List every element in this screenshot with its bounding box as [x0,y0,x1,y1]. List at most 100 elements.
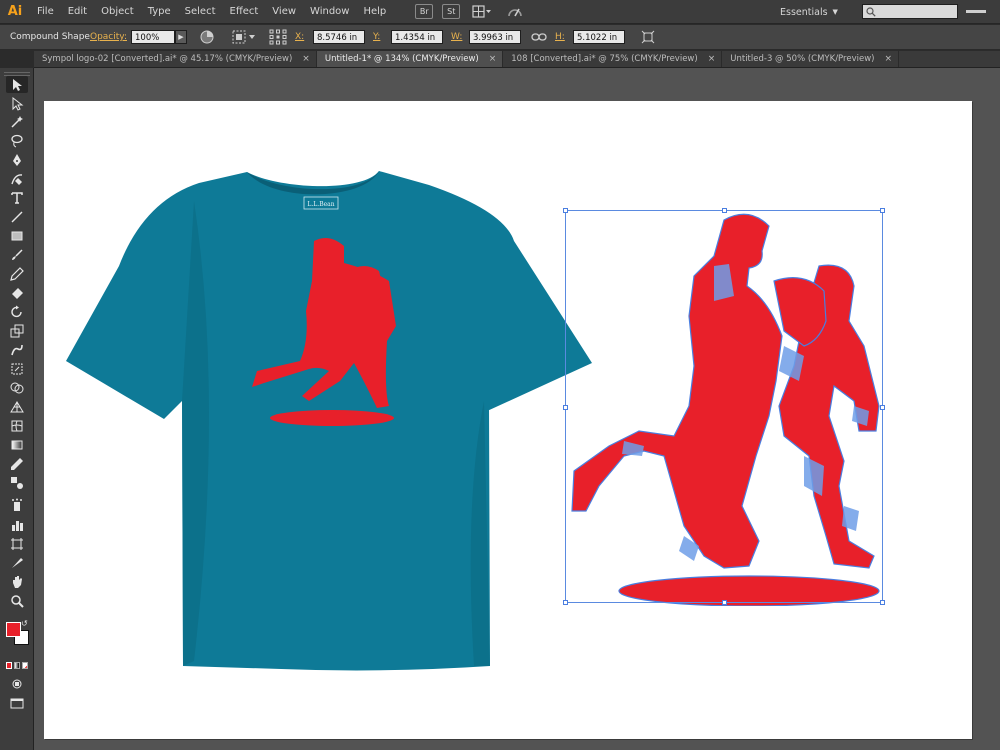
hand-tool[interactable] [6,573,28,590]
swap-fill-stroke-icon[interactable]: ↺ [21,619,28,628]
selection-arrow-icon [13,78,22,91]
drawing-mode-tool[interactable] [6,675,28,692]
canvas-area[interactable]: L.L.Bean [34,68,1000,750]
color-mode-icon[interactable] [6,662,12,669]
rectangle-tool[interactable] [6,227,28,244]
gradient-mode-icon[interactable] [14,662,20,669]
minimize-window-button[interactable] [966,10,986,13]
recolor-artwork-icon[interactable] [200,30,214,44]
tab-untitled-1[interactable]: Untitled-1* @ 134% (CMYK/Preview) × [316,51,504,67]
direct-selection-tool[interactable] [6,95,28,112]
arrange-documents-button[interactable] [472,4,492,19]
column-graph-tool[interactable] [6,516,28,533]
fill-stroke-swatches[interactable]: ↺ [4,619,30,647]
none-mode-icon[interactable] [22,662,28,669]
paintbrush-tool[interactable] [6,246,28,263]
menu-bar: Ai File Edit Object Type Select Effect V… [0,0,1000,24]
gpu-performance-icon[interactable] [506,4,524,19]
menu-select[interactable]: Select [178,0,223,24]
color-mode-buttons[interactable] [6,662,28,670]
blend-tool[interactable] [6,474,28,491]
workspace-label: Essentials [780,6,828,18]
hand-icon [13,575,22,588]
stock-button[interactable]: St [442,4,461,19]
close-icon[interactable]: × [302,54,310,64]
paintbrush-icon [12,248,23,260]
tab-108-converted[interactable]: 108 [Converted].ai* @ 75% (CMYK/Preview)… [503,51,723,67]
resize-handle-top[interactable] [722,208,727,213]
selection-bounding-box[interactable] [563,208,885,605]
y-label[interactable]: Y: [373,32,389,42]
line-segment-tool[interactable] [6,208,28,225]
lasso-icon [11,134,23,147]
resize-handle-bottom[interactable] [722,600,727,605]
y-position-input[interactable]: 1.4354 in [391,30,443,44]
align-options-icon[interactable] [232,30,258,44]
resize-handle-right[interactable] [880,405,885,410]
tab-untitled-3[interactable]: Untitled-3 @ 50% (CMYK/Preview) × [722,51,900,67]
tab-sympol-logo[interactable]: Sympol logo-02 [Converted].ai* @ 45.17% … [34,51,317,67]
menu-view[interactable]: View [265,0,303,24]
opacity-dropdown-button[interactable]: ▶ [175,30,187,44]
pencil-tool[interactable] [6,265,28,282]
scale-tool[interactable] [6,322,28,339]
menu-type[interactable]: Type [141,0,178,24]
constrain-proportions-icon[interactable] [531,30,547,44]
menu-help[interactable]: Help [356,0,393,24]
x-position-input[interactable]: 8.5746 in [313,30,365,44]
curvature-tool[interactable] [6,170,28,187]
workspace-switcher[interactable]: Essentials ▼ [780,4,838,20]
opacity-input[interactable]: 100% [131,30,175,44]
resize-handle-bottom-left[interactable] [563,600,568,605]
transform-panel-icon[interactable] [641,30,655,44]
fill-swatch[interactable] [6,622,21,637]
symbol-sprayer-tool[interactable] [6,496,28,513]
zoom-tool[interactable] [6,592,28,609]
resize-handle-bottom-right[interactable] [880,600,885,605]
magic-wand-tool[interactable] [6,113,28,130]
close-icon[interactable]: × [708,54,716,64]
artboard[interactable]: L.L.Bean [44,101,972,739]
h-label[interactable]: H: [555,32,571,42]
search-icon [866,6,876,17]
direct-selection-icon [12,96,24,111]
height-input[interactable]: 5.1022 in [573,30,625,44]
tshirt-label-text: L.L.Bean [307,201,334,208]
menu-file[interactable]: File [30,0,61,24]
selection-type-label: Compound Shape [10,32,90,42]
artboard-tool[interactable] [6,535,28,552]
eyedropper-tool[interactable] [6,455,28,472]
bridge-button[interactable]: Br [415,4,434,19]
perspective-grid-tool[interactable] [6,398,28,415]
opacity-label[interactable]: Opacity: [90,32,127,42]
x-label[interactable]: X: [295,32,311,42]
width-input[interactable]: 3.9963 in [469,30,521,44]
resize-handle-left[interactable] [563,405,568,410]
rotate-tool[interactable] [6,303,28,320]
help-search-input[interactable] [862,4,958,19]
pen-tool[interactable] [6,151,28,168]
screen-mode-tool[interactable] [6,694,28,711]
resize-handle-top-left[interactable] [563,208,568,213]
menu-edit[interactable]: Edit [61,0,94,24]
menu-window[interactable]: Window [303,0,356,24]
slice-tool[interactable] [6,554,28,571]
mesh-tool[interactable] [6,417,28,434]
selection-tool[interactable] [6,76,28,93]
warp-tool[interactable] [6,341,28,358]
gradient-tool[interactable] [6,436,28,453]
reference-point-icon[interactable] [269,29,287,45]
blend-icon [11,476,23,489]
column-graph-icon [12,520,23,531]
close-icon[interactable]: × [489,54,497,64]
lasso-tool[interactable] [6,132,28,149]
eraser-tool[interactable] [6,284,28,301]
type-tool[interactable] [6,189,28,206]
shape-builder-tool[interactable] [6,379,28,396]
menu-object[interactable]: Object [94,0,141,24]
w-label[interactable]: W: [451,32,467,42]
resize-handle-top-right[interactable] [880,208,885,213]
menu-effect[interactable]: Effect [223,0,266,24]
close-icon[interactable]: × [884,54,892,64]
free-transform-tool[interactable] [6,360,28,377]
